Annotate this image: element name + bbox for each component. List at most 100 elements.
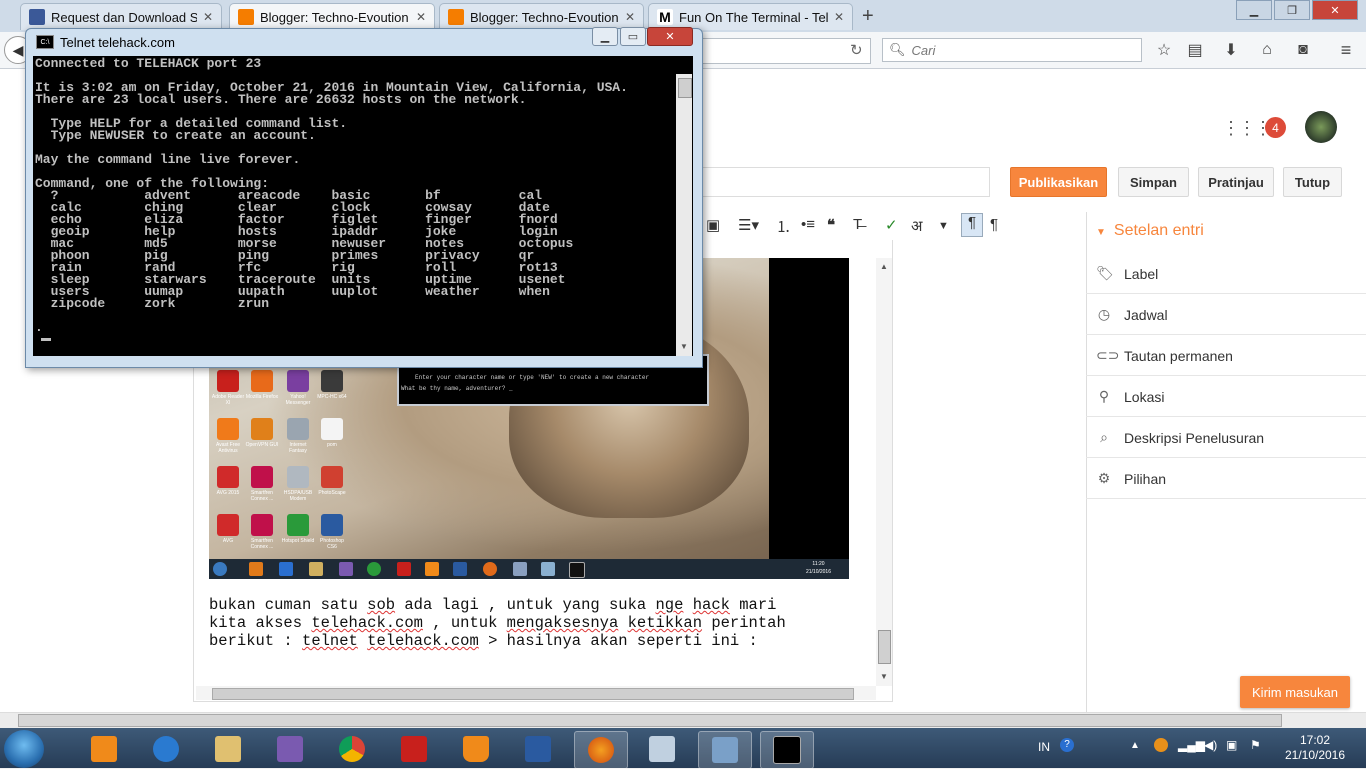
- scroll-up-icon[interactable]: ▲: [880, 262, 888, 271]
- settings-item-label[interactable]: 🏷︎ Label: [1086, 254, 1366, 294]
- rtl-icon[interactable]: ¶: [990, 216, 998, 233]
- embedded-clock-date: 21/10/2016: [805, 569, 831, 575]
- desktop-icon: Adobe Reader XI: [211, 370, 245, 406]
- browser-tab-2[interactable]: Blogger: Techno-Evoution ... ✕: [229, 3, 435, 30]
- taskbar-vlc[interactable]: [450, 731, 502, 767]
- taskbar-control-panel[interactable]: [698, 731, 752, 769]
- taskbar-chrome[interactable]: [326, 731, 378, 767]
- insert-image-icon[interactable]: ▣: [706, 216, 720, 234]
- pocket-icon[interactable]: ◙: [1293, 40, 1313, 60]
- preview-button[interactable]: Pratinjau: [1198, 167, 1274, 197]
- volume-icon[interactable]: ◀): [1204, 738, 1217, 752]
- scroll-thumb[interactable]: [18, 714, 1282, 727]
- desktop-icon: Hotspot Shield: [281, 514, 315, 544]
- taskbar-telnet[interactable]: [760, 731, 814, 769]
- settings-item-options[interactable]: ⚙ Pilihan: [1086, 459, 1366, 499]
- chevron-up-icon[interactable]: ▲: [1130, 740, 1140, 751]
- taskbar-media-player[interactable]: [78, 731, 130, 767]
- settings-item-search-description[interactable]: ⌕ Deskripsi Penelusuran: [1086, 418, 1366, 458]
- language-indicator[interactable]: IN: [1038, 740, 1050, 754]
- console-scrollbar[interactable]: ▼: [676, 74, 692, 356]
- settings-item-text: Jadwal: [1124, 306, 1168, 323]
- taskbar-word[interactable]: [512, 731, 564, 767]
- chevron-down-icon[interactable]: ▼: [938, 220, 949, 232]
- close-window-icon[interactable]: ✕: [1312, 0, 1358, 20]
- editor-vertical-scrollbar[interactable]: ▲ ▼: [876, 258, 892, 686]
- close-tab-icon[interactable]: ✕: [625, 10, 635, 24]
- apps-grid-icon[interactable]: ⋮⋮⋮: [1222, 118, 1272, 139]
- browser-tab-4[interactable]: M Fun On The Terminal - Tel... ✕: [648, 3, 853, 30]
- close-button[interactable]: Tutup: [1283, 167, 1342, 197]
- post-title-input[interactable]: [690, 167, 990, 197]
- spellcheck-icon[interactable]: ✓: [885, 216, 898, 234]
- settings-item-schedule[interactable]: ◷ Jadwal: [1086, 295, 1366, 335]
- avatar[interactable]: [1305, 111, 1337, 143]
- signal-icon[interactable]: ▂▄▆: [1178, 738, 1205, 752]
- tab-title: Request dan Download Sof...: [51, 9, 197, 25]
- close-tab-icon[interactable]: ✕: [834, 10, 844, 24]
- blogger-icon: [448, 9, 464, 25]
- network-icon[interactable]: ▣: [1226, 738, 1237, 752]
- maximize-icon[interactable]: ▭: [620, 27, 646, 46]
- clear-format-icon[interactable]: T̶: [853, 216, 862, 233]
- numbered-list-icon[interactable]: ⒈: [776, 216, 791, 237]
- clock-icon: ◷: [1097, 306, 1111, 322]
- inner-console-line: Enter your character name or type 'NEW' …: [415, 374, 650, 381]
- home-icon[interactable]: ⌂: [1257, 40, 1277, 60]
- tab-title: Blogger: Techno-Evoution ...: [470, 9, 619, 25]
- input-tools-icon[interactable]: अ: [911, 216, 922, 236]
- browser-tab-1[interactable]: Request dan Download Sof... ✕: [20, 3, 222, 30]
- avast-icon[interactable]: [1154, 738, 1168, 752]
- taskbar-firefox[interactable]: [574, 731, 628, 769]
- settings-item-location[interactable]: ⚲ Lokasi: [1086, 377, 1366, 417]
- help-icon[interactable]: ?: [1060, 738, 1074, 752]
- bookmark-star-icon[interactable]: ☆: [1154, 40, 1174, 60]
- close-tab-icon[interactable]: ✕: [416, 10, 426, 24]
- minimize-icon[interactable]: ▁: [592, 27, 618, 46]
- console-output[interactable]: Connected to TELEHACK port 23 It is 3:02…: [33, 56, 693, 356]
- close-window-icon[interactable]: ✕: [647, 27, 693, 46]
- start-button[interactable]: [4, 730, 44, 768]
- send-feedback-button[interactable]: Kirim masukan: [1240, 676, 1350, 708]
- label-icon: 🏷︎: [1096, 265, 1114, 281]
- window-title: Telnet telehack.com: [60, 34, 175, 50]
- publish-button[interactable]: Publikasikan: [1010, 167, 1107, 197]
- taskbar-adobe-reader[interactable]: [388, 731, 440, 767]
- action-center-icon[interactable]: ⚑: [1250, 738, 1261, 752]
- taskbar-clock[interactable]: 17:02 21/10/2016: [1280, 733, 1350, 763]
- scroll-down-icon[interactable]: ▼: [680, 342, 688, 351]
- settings-item-permalink[interactable]: ⊂⊃ Tautan permanen: [1086, 336, 1366, 376]
- desktop-icon: AVG 2015: [211, 466, 245, 496]
- url-bar[interactable]: [690, 38, 871, 64]
- new-tab-button[interactable]: +: [862, 5, 874, 28]
- desktop-icon: Photoshop CS6: [315, 514, 349, 550]
- bullet-list-icon[interactable]: •≡: [801, 216, 815, 233]
- scroll-thumb[interactable]: [878, 630, 891, 664]
- scroll-thumb[interactable]: [678, 78, 692, 98]
- notification-badge[interactable]: 4: [1265, 117, 1286, 138]
- align-icon[interactable]: ☰▾: [738, 216, 759, 234]
- desktop-icon: pom: [315, 418, 349, 448]
- save-button[interactable]: Simpan: [1118, 167, 1189, 197]
- reading-list-icon[interactable]: ▤: [1185, 40, 1205, 60]
- settings-header[interactable]: ▼ Setelan entri: [1096, 222, 1204, 240]
- scroll-thumb[interactable]: [212, 688, 854, 700]
- settings-item-text: Deskripsi Penelusuran: [1124, 429, 1265, 446]
- quote-icon[interactable]: ❝: [827, 216, 835, 234]
- restore-icon[interactable]: ❐: [1274, 0, 1310, 20]
- taskbar-paint[interactable]: [636, 731, 688, 767]
- download-icon[interactable]: ⬇: [1221, 40, 1241, 60]
- search-input[interactable]: 🔍︎ Cari: [882, 38, 1142, 62]
- browser-tab-3[interactable]: Blogger: Techno-Evoution ... ✕: [439, 3, 644, 30]
- scroll-down-icon[interactable]: ▼: [880, 672, 888, 681]
- close-tab-icon[interactable]: ✕: [203, 10, 213, 24]
- reload-icon[interactable]: ↻: [850, 41, 863, 59]
- minimize-icon[interactable]: ▁: [1236, 0, 1272, 20]
- taskbar-internet-explorer[interactable]: [140, 731, 192, 767]
- taskbar-visual-studio[interactable]: [264, 731, 316, 767]
- ltr-icon[interactable]: ¶: [961, 213, 983, 237]
- desktop-icon: OpenVPN GUI: [245, 418, 279, 448]
- menu-icon[interactable]: ≡: [1336, 40, 1356, 60]
- post-body-text[interactable]: bukan cuman satu sob ada lagi , untuk ya…: [209, 596, 849, 650]
- taskbar-file-explorer[interactable]: [202, 731, 254, 767]
